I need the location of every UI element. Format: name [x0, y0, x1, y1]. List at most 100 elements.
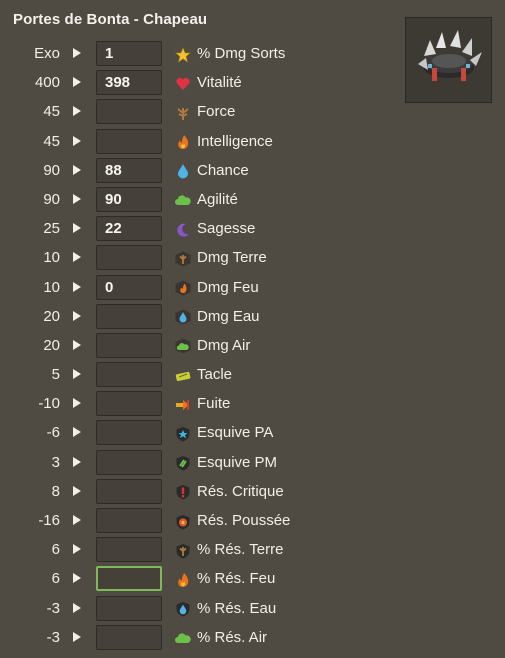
- stat-label: Sagesse: [197, 220, 256, 238]
- base-value: 90: [43, 161, 60, 179]
- stat-input[interactable]: [96, 566, 162, 592]
- stat-label: Agilité: [197, 190, 238, 208]
- stat-row: 20 Dmg Air: [0, 331, 505, 360]
- stat-label: Tacle: [197, 366, 233, 384]
- play-arrow-icon[interactable]: [73, 310, 81, 321]
- stat-label: % Rés. Terre: [197, 541, 284, 559]
- stat-input[interactable]: [96, 157, 162, 183]
- stat-input[interactable]: [96, 449, 162, 475]
- stat-row: -3 % Rés. Eau: [0, 594, 505, 623]
- play-arrow-icon[interactable]: [73, 631, 81, 642]
- stat-label: Dmg Terre: [197, 249, 267, 267]
- base-value: 45: [43, 132, 60, 150]
- base-value: -3: [46, 599, 60, 617]
- flee-icon: [174, 396, 191, 413]
- water-resistance-icon: [174, 601, 191, 618]
- stat-input[interactable]: [96, 303, 162, 329]
- base-value: 20: [43, 307, 60, 325]
- critical-resistance-icon: [174, 484, 191, 501]
- stat-input[interactable]: [96, 245, 162, 271]
- base-value: Exo: [34, 45, 60, 62]
- tackle-icon: [174, 367, 191, 384]
- base-value: 10: [43, 249, 60, 267]
- earth-resistance-icon: [174, 542, 191, 559]
- play-arrow-icon[interactable]: [73, 398, 81, 409]
- stat-input[interactable]: [96, 478, 162, 504]
- stat-input[interactable]: [96, 595, 162, 621]
- stat-row: Exo % Dmg Sorts: [0, 39, 505, 68]
- stat-row: 8 Rés. Critique: [0, 477, 505, 506]
- stat-input[interactable]: [96, 128, 162, 154]
- stat-label: Fuite: [197, 395, 231, 413]
- play-arrow-icon[interactable]: [73, 252, 81, 263]
- stat-input[interactable]: [96, 70, 162, 96]
- stat-label: % Dmg Sorts: [197, 45, 286, 62]
- play-arrow-icon[interactable]: [73, 223, 81, 234]
- stat-row: 400 Vitalité: [0, 68, 505, 97]
- stat-label: Dmg Air: [197, 336, 251, 354]
- water-damage-icon: [174, 309, 191, 326]
- stat-row: -16 Rés. Poussée: [0, 506, 505, 535]
- play-arrow-icon[interactable]: [73, 544, 81, 555]
- stat-label: Vitalité: [197, 74, 242, 92]
- base-value: 6: [51, 570, 60, 588]
- play-arrow-icon[interactable]: [73, 106, 81, 117]
- base-value: 8: [51, 482, 60, 500]
- stat-input[interactable]: [96, 391, 162, 417]
- stat-input[interactable]: [96, 216, 162, 242]
- moon-icon: [174, 221, 191, 238]
- stat-row: 10 Dmg Feu: [0, 273, 505, 302]
- play-arrow-icon[interactable]: [73, 485, 81, 496]
- play-arrow-icon[interactable]: [73, 339, 81, 350]
- stat-label: Force: [197, 103, 236, 121]
- play-arrow-icon[interactable]: [73, 48, 81, 58]
- air-cloud-icon: [174, 192, 191, 209]
- stat-label: % Rés. Eau: [197, 599, 277, 617]
- base-value: 6: [51, 541, 60, 559]
- play-arrow-icon[interactable]: [73, 456, 81, 467]
- stat-input[interactable]: [96, 99, 162, 125]
- stat-input[interactable]: [96, 362, 162, 388]
- play-arrow-icon[interactable]: [73, 573, 81, 584]
- play-arrow-icon[interactable]: [73, 77, 81, 88]
- stat-input[interactable]: [96, 41, 162, 66]
- stat-row: 5 Tacle: [0, 360, 505, 389]
- stat-row: 45 Force: [0, 97, 505, 126]
- stat-input[interactable]: [96, 537, 162, 563]
- stat-row: 3 Esquive PM: [0, 448, 505, 477]
- star-icon: [174, 46, 191, 63]
- stat-row: 45 Intelligence: [0, 127, 505, 156]
- play-arrow-icon[interactable]: [73, 281, 81, 292]
- play-arrow-icon[interactable]: [73, 369, 81, 380]
- play-arrow-icon[interactable]: [73, 427, 81, 438]
- base-value: 25: [43, 220, 60, 238]
- play-arrow-icon[interactable]: [73, 515, 81, 525]
- play-arrow-icon[interactable]: [73, 135, 81, 146]
- base-value: 3: [51, 453, 60, 471]
- earth-damage-icon: [174, 250, 191, 267]
- stat-input[interactable]: [96, 332, 162, 358]
- stat-row: 90 Chance: [0, 156, 505, 185]
- stat-label: Dmg Eau: [197, 307, 260, 325]
- stat-row: -6 Esquive PA: [0, 418, 505, 447]
- stat-row: 90 Agilité: [0, 185, 505, 214]
- stat-input[interactable]: [96, 508, 162, 533]
- stat-row: -3 % Rés. Air: [0, 623, 505, 652]
- play-arrow-icon[interactable]: [73, 193, 81, 204]
- stat-input[interactable]: [96, 624, 162, 650]
- ap-dodge-icon: [174, 425, 191, 442]
- stat-row: 10 Dmg Terre: [0, 243, 505, 272]
- play-arrow-icon[interactable]: [73, 602, 81, 613]
- stat-input[interactable]: [96, 274, 162, 300]
- stat-input[interactable]: [96, 186, 162, 212]
- base-value: -10: [38, 395, 60, 413]
- stat-label: Rés. Poussée: [197, 512, 291, 529]
- base-value: 20: [43, 336, 60, 354]
- play-arrow-icon[interactable]: [73, 164, 81, 175]
- stat-label: Rés. Critique: [197, 482, 284, 500]
- stat-input[interactable]: [96, 420, 162, 446]
- stats-list: Exo % Dmg Sorts 400 Vitalité 45 Force 45 Intell…: [0, 39, 505, 652]
- base-value: -6: [46, 424, 60, 442]
- base-value: 400: [34, 74, 60, 92]
- stat-label: Esquive PA: [197, 424, 274, 442]
